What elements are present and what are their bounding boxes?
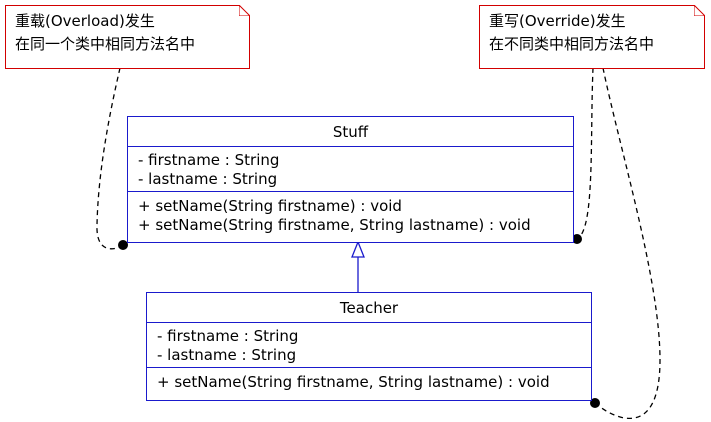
overload-note-connector [96, 67, 123, 250]
attributes-section: - firstname : String - lastname : String [147, 323, 591, 368]
methods-section: + setName(String firstname) : void + set… [128, 192, 573, 239]
attribute: - firstname : String [157, 327, 299, 345]
overload-note[interactable]: 重载(Overload)发生 在同一个类中相同方法名中 [5, 5, 250, 69]
note-line: 在不同类中相同方法名中 [489, 35, 655, 53]
note-line: 重载(Overload)发生 [15, 12, 155, 30]
attribute: - lastname : String [157, 346, 297, 364]
attribute: - lastname : String [138, 170, 278, 188]
teacher-class[interactable]: Teacher - firstname : String - lastname … [146, 292, 592, 401]
note-line: 重写(Override)发生 [489, 12, 626, 30]
class-name: Teacher [147, 293, 591, 323]
attribute: - firstname : String [138, 151, 280, 169]
method: + setName(String firstname, String lastn… [157, 373, 550, 391]
generalization-arrowhead [351, 240, 365, 258]
note-fold-icon [239, 5, 250, 16]
stuff-class[interactable]: Stuff - firstname : String - lastname : … [127, 116, 574, 243]
override-note[interactable]: 重写(Override)发生 在不同类中相同方法名中 [479, 5, 705, 69]
class-name: Stuff [128, 117, 573, 147]
method: + setName(String firstname) : void [138, 197, 402, 215]
method: + setName(String firstname, String lastn… [138, 216, 531, 234]
attributes-section: - firstname : String - lastname : String [128, 147, 573, 192]
note-fold-icon [694, 5, 705, 16]
override-note-connector-stuff [576, 67, 594, 240]
override-note-connector-teacher [594, 67, 661, 419]
methods-section: + setName(String firstname, String lastn… [147, 368, 591, 396]
note-line: 在同一个类中相同方法名中 [15, 35, 196, 53]
